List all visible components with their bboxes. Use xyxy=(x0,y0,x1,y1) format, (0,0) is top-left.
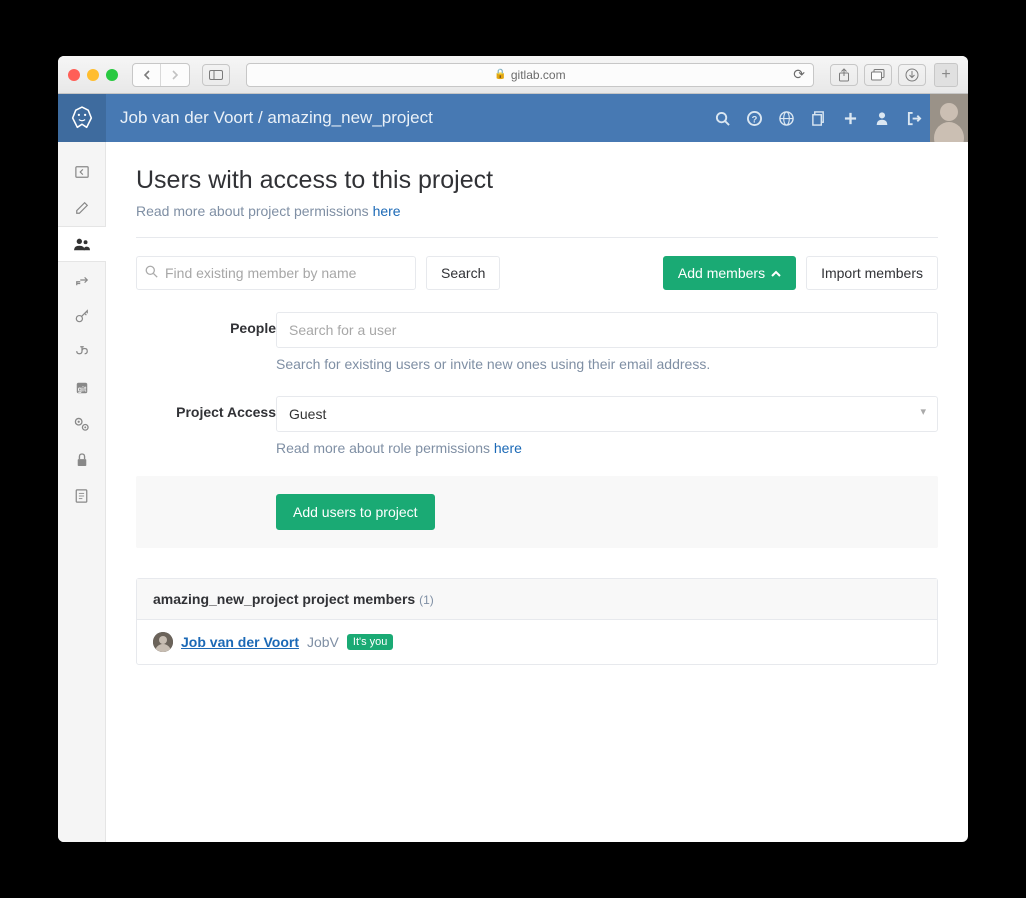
separator xyxy=(136,237,938,238)
chrome-right-buttons: + xyxy=(830,63,958,87)
gitlab-logo[interactable] xyxy=(58,94,106,142)
close-window-button[interactable] xyxy=(68,69,80,81)
sidebar-item-settings[interactable] xyxy=(58,406,106,442)
people-input[interactable] xyxy=(276,312,938,348)
people-help: Search for existing users or invite new … xyxy=(276,356,938,372)
chevron-up-icon xyxy=(771,265,781,281)
member-row: Job van der Voort JobV It's you xyxy=(137,620,937,664)
members-header-text: amazing_new_project project members xyxy=(153,591,419,607)
zoom-window-button[interactable] xyxy=(106,69,118,81)
header-actions: ? xyxy=(706,94,968,142)
main-content: Users with access to this project Read m… xyxy=(106,142,968,842)
add-members-label: Add members xyxy=(678,265,765,281)
page-subtitle: Read more about project permissions here xyxy=(136,203,938,219)
search-icon[interactable] xyxy=(706,94,738,142)
lock-icon: 🔒 xyxy=(494,69,506,80)
access-label: Project Access xyxy=(136,396,276,420)
forward-button[interactable] xyxy=(161,64,189,86)
members-header: amazing_new_project project members (1) xyxy=(137,579,937,620)
sidebar-item-back[interactable] xyxy=(58,154,106,190)
globe-icon[interactable] xyxy=(770,94,802,142)
nav-buttons xyxy=(132,63,190,87)
access-help-link[interactable]: here xyxy=(494,440,522,456)
address-bar[interactable]: 🔒 gitlab.com ⟳ xyxy=(246,63,814,87)
sidebar-item-services[interactable]: git xyxy=(58,370,106,406)
minimize-window-button[interactable] xyxy=(87,69,99,81)
member-username: JobV xyxy=(307,634,339,650)
svg-text:git: git xyxy=(77,387,86,394)
search-button[interactable]: Search xyxy=(426,256,500,290)
sidebar: git xyxy=(58,142,106,842)
its-you-badge: It's you xyxy=(347,634,394,650)
user-icon[interactable] xyxy=(866,94,898,142)
people-label: People xyxy=(136,312,276,336)
plus-icon[interactable] xyxy=(834,94,866,142)
members-toolbar: Search Add members Import members xyxy=(136,256,938,290)
downloads-button[interactable] xyxy=(898,64,926,86)
window-controls xyxy=(68,69,118,81)
browser-window: 🔒 gitlab.com ⟳ + Job van der Voort / ama… xyxy=(58,56,968,842)
tabs-button[interactable] xyxy=(864,64,892,86)
perm-link[interactable]: here xyxy=(373,203,401,219)
access-select-wrap: Guest xyxy=(276,396,938,432)
search-icon xyxy=(145,265,158,281)
sidebar-item-ci[interactable] xyxy=(58,478,106,514)
submit-row: Add users to project xyxy=(136,476,938,548)
avatar[interactable] xyxy=(930,94,968,142)
members-panel: amazing_new_project project members (1) … xyxy=(136,578,938,665)
signout-icon[interactable] xyxy=(898,94,930,142)
svg-text:?: ? xyxy=(751,114,757,124)
sidebar-item-hooks[interactable] xyxy=(58,334,106,370)
sidebar-item-members[interactable] xyxy=(58,226,106,262)
sidebar-item-deploy[interactable] xyxy=(58,262,106,298)
url-host: gitlab.com xyxy=(511,68,566,82)
access-select[interactable]: Guest xyxy=(276,396,938,432)
browser-chrome: 🔒 gitlab.com ⟳ + xyxy=(58,56,968,94)
member-search-wrap xyxy=(136,256,416,290)
app-header: Job van der Voort / amazing_new_project … xyxy=(58,94,968,142)
sidebar-item-edit[interactable] xyxy=(58,190,106,226)
files-icon[interactable] xyxy=(802,94,834,142)
reload-button[interactable]: ⟳ xyxy=(793,66,805,83)
access-help-text: Read more about role permissions xyxy=(276,440,494,456)
help-icon[interactable]: ? xyxy=(738,94,770,142)
share-button[interactable] xyxy=(830,64,858,86)
access-help: Read more about role permissions here xyxy=(276,440,938,456)
member-search-input[interactable] xyxy=(136,256,416,290)
add-members-form: People Search for existing users or invi… xyxy=(136,312,938,548)
page-title: Users with access to this project xyxy=(136,166,938,195)
perm-text: Read more about project permissions xyxy=(136,203,373,219)
sidebar-item-keys[interactable] xyxy=(58,298,106,334)
import-members-button[interactable]: Import members xyxy=(806,256,938,290)
members-count: (1) xyxy=(419,593,434,607)
app-body: git Users with access to this project Re… xyxy=(58,142,968,842)
add-members-button[interactable]: Add members xyxy=(663,256,796,290)
sidebar-item-protected[interactable] xyxy=(58,442,106,478)
add-users-button[interactable]: Add users to project xyxy=(276,494,435,530)
back-button[interactable] xyxy=(133,64,161,86)
sidebar-toggle-button[interactable] xyxy=(202,64,230,86)
member-avatar xyxy=(153,632,173,652)
breadcrumb[interactable]: Job van der Voort / amazing_new_project xyxy=(120,108,706,128)
new-tab-button[interactable]: + xyxy=(934,63,958,87)
member-name-link[interactable]: Job van der Voort xyxy=(181,634,299,650)
